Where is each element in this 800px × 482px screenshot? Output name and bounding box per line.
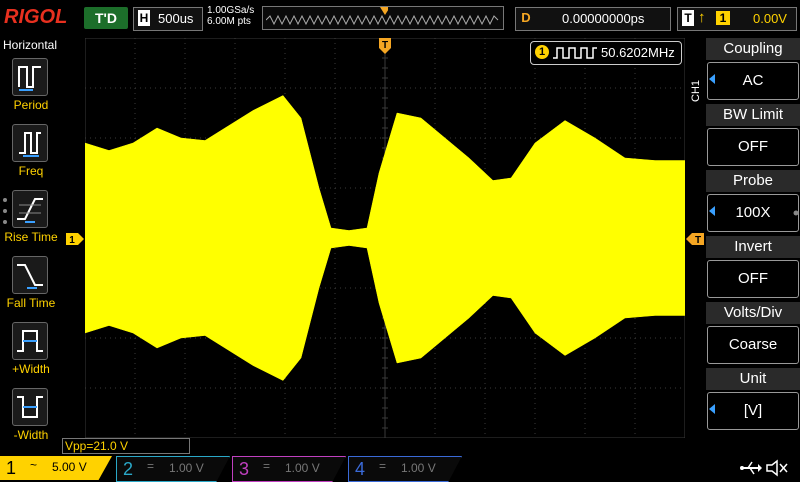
freq-channel-badge: 1 [535, 45, 549, 59]
menu-item-coupling[interactable]: Coupling AC [706, 38, 800, 102]
delay-value: 0.00000000ps [562, 11, 645, 26]
ch1-offset-marker[interactable]: 1 [66, 233, 84, 245]
channel-scale: 1.00 V [285, 461, 320, 475]
channel-number: 3 [239, 459, 250, 479]
menu-select-arrow-icon [709, 206, 715, 216]
positive-width-icon [12, 322, 48, 360]
channel-1-tab[interactable]: 1 ~5.00 V [0, 456, 112, 480]
delay-key-label: D [521, 10, 531, 25]
menu-item-title: Probe [706, 170, 800, 192]
trigger-marker-label: T [382, 40, 388, 51]
menu-item-value: 100X [707, 194, 799, 232]
sample-rate: 1.00GSa/s [207, 5, 255, 16]
channel-coupling-icon: = [147, 459, 155, 473]
brand-logo: RIGOL [4, 6, 68, 28]
waveform-display[interactable] [85, 38, 685, 438]
measure-period-button[interactable]: Period [0, 58, 62, 120]
menu-item-unit[interactable]: Unit [V] [706, 368, 800, 432]
period-icon [12, 58, 48, 96]
menu-item-value: Coarse [707, 326, 799, 364]
frequency-value: 50.6202MHz [601, 45, 675, 60]
measure-positive-width-button[interactable]: +Width [0, 322, 62, 384]
menu-item-invert[interactable]: Invert OFF [706, 236, 800, 300]
horizontal-key-label: H [138, 10, 150, 26]
measure-positive-width-label: +Width [12, 362, 50, 376]
trigger-level-marker[interactable]: T [686, 233, 704, 245]
trigger-key-label: T [682, 10, 694, 26]
menu-item-title: Invert [706, 236, 800, 258]
ch1-menu-label: CH1 [690, 79, 702, 102]
vpp-measurement: Vpp=21.0 V [62, 438, 190, 454]
trigger-position-marker[interactable]: T [379, 38, 393, 56]
speaker-muted-icon[interactable] [765, 459, 789, 477]
memory-depth: 6.00M pts [207, 16, 251, 27]
negative-width-icon [12, 388, 48, 426]
measure-fall-time-button[interactable]: Fall Time [0, 256, 62, 318]
frequency-icon [12, 124, 48, 162]
menu-select-arrow-icon [709, 74, 715, 84]
measure-freq-label: Freq [18, 164, 44, 178]
menu-item-title: BW Limit [706, 104, 800, 126]
frequency-counter[interactable]: 1 50.6202MHz [530, 41, 682, 65]
channel-4-tab[interactable]: 4 = 1.00 V [348, 456, 462, 482]
trigger-status-badge: T'D [84, 7, 128, 29]
menu-item-title: Coupling [706, 38, 800, 60]
timebase-box[interactable]: H 500us [133, 7, 203, 31]
trigger-box[interactable]: T ↑ 1 0.00V [677, 7, 797, 31]
menu-item-title: Volts/Div [706, 302, 800, 324]
fall-time-icon [12, 256, 48, 294]
menu-item-value: [V] [707, 392, 799, 430]
measure-period-label: Period [13, 98, 49, 112]
channel-number: 2 [123, 459, 134, 479]
menu-item-bw-limit[interactable]: BW Limit OFF [706, 104, 800, 168]
channel-status-bar: 1 ~5.00 V 2 = 1.00 V 3 = 1.00 V 4 = 1.00 V [0, 456, 800, 482]
channel-number: 4 [355, 459, 366, 479]
trigger-level-value: 0.00V [753, 11, 787, 26]
usb-icon [740, 461, 762, 475]
trigger-source-badge: 1 [716, 11, 730, 25]
menu-item-probe[interactable]: Probe 100X [706, 170, 800, 234]
measure-fall-time-label: Fall Time [6, 296, 56, 310]
menu-item-volts-div[interactable]: Volts/Div Coarse [706, 302, 800, 366]
square-wave-icon [553, 47, 597, 59]
rising-edge-icon: ↑ [698, 9, 706, 26]
ch1-marker-label: 1 [69, 235, 75, 245]
channel-menu: Coupling AC BW Limit OFF Probe 100X Invert OFF V… [706, 38, 800, 438]
menu-item-title: Unit [706, 368, 800, 390]
menu-item-value: OFF [707, 260, 799, 298]
waveform-overview-icon [266, 15, 499, 25]
channel-3-tab[interactable]: 3 = 1.00 V [232, 456, 346, 482]
rise-time-icon [12, 190, 48, 228]
channel-coupling-icon: = [263, 459, 271, 473]
menu-scroll-dots-icon [3, 198, 7, 224]
horizontal-measure-menu: Horizontal Period Freq Rise Time Fall Ti… [0, 36, 62, 456]
measure-negative-width-button[interactable]: -Width [0, 388, 62, 450]
delay-box[interactable]: D 0.00000000ps [515, 7, 671, 31]
measure-rise-time-label: Rise Time [4, 230, 58, 244]
channel-coupling-icon: ~ [30, 458, 38, 472]
menu-item-value: AC [707, 62, 799, 100]
channel-2-tab[interactable]: 2 = 1.00 V [116, 456, 230, 482]
channel-scale: 1.00 V [169, 461, 204, 475]
left-menu-title: Horizontal [3, 38, 58, 52]
menu-item-value: OFF [707, 128, 799, 166]
menu-select-arrow-icon [709, 404, 715, 414]
channel-scale: 5.00 V [52, 460, 87, 474]
measure-negative-width-label: -Width [13, 428, 49, 442]
timebase-value: 500us [158, 11, 194, 26]
channel-scale: 1.00 V [401, 461, 436, 475]
channel-coupling-icon: = [379, 459, 387, 473]
measure-rise-time-button[interactable]: Rise Time [0, 190, 62, 252]
acquisition-info: 1.00GSa/s 6.00M pts [207, 5, 254, 27]
trigger-level-marker-label: T [695, 235, 701, 245]
right-menu-scroll-dot-icon [793, 210, 799, 216]
measure-freq-button[interactable]: Freq [0, 124, 62, 186]
channel-number: 1 [6, 458, 17, 478]
trigger-position-marker-top [380, 7, 388, 15]
